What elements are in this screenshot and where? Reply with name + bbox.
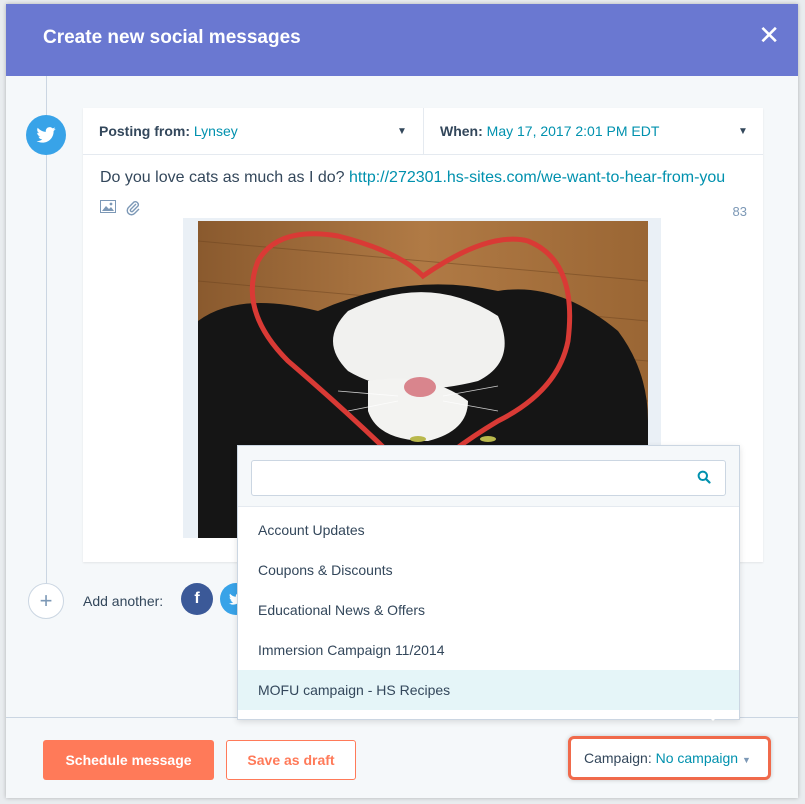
campaign-list: Account Updates Coupons & Discounts Educ… — [238, 510, 739, 710]
campaign-option[interactable]: Immersion Campaign 11/2014 — [238, 630, 739, 670]
add-another-button[interactable]: + — [28, 583, 64, 619]
campaign-label: Campaign: — [584, 750, 652, 766]
when-selector[interactable]: When: May 17, 2017 2:01 PM EDT — [440, 123, 659, 139]
dialog-footer: Schedule message Save as draft Campaign:… — [6, 717, 798, 798]
image-icon[interactable] — [100, 200, 116, 221]
divider — [423, 108, 424, 154]
when-value: May 17, 2017 2:01 PM EDT — [486, 123, 660, 139]
dialog-header: Create new social messages ✕ — [6, 4, 798, 76]
message-body: Do you love cats as much as I do? — [100, 169, 345, 186]
close-icon[interactable]: ✕ — [758, 20, 780, 51]
posting-from[interactable]: Posting from: Lynsey — [99, 123, 238, 139]
schedule-message-button[interactable]: Schedule message — [43, 740, 214, 780]
campaign-text: Campaign: No campaign ▼ — [584, 750, 751, 766]
dropdown-search-area — [238, 446, 739, 507]
chevron-down-icon[interactable]: ▼ — [397, 126, 407, 137]
campaign-option-highlighted[interactable]: MOFU campaign - HS Recipes — [238, 670, 739, 710]
create-social-messages-dialog: Create new social messages ✕ Posting fro… — [6, 4, 798, 798]
facebook-icon[interactable]: f — [181, 583, 213, 615]
campaign-selector[interactable]: Campaign: No campaign ▼ — [568, 736, 771, 780]
campaign-option[interactable]: Educational News & Offers — [238, 590, 739, 630]
campaign-value: No campaign — [655, 750, 739, 766]
chevron-down-icon[interactable]: ▼ — [738, 126, 748, 137]
composer-tools — [100, 200, 140, 221]
campaign-search — [251, 460, 726, 496]
twitter-icon — [26, 115, 66, 155]
save-draft-button[interactable]: Save as draft — [226, 740, 356, 780]
dropdown-pointer — [704, 712, 722, 721]
campaign-option[interactable]: Account Updates — [238, 510, 739, 550]
message-text[interactable]: Do you love cats as much as I do? http:/… — [100, 169, 725, 187]
chevron-down-icon: ▼ — [741, 755, 751, 765]
message-link[interactable]: http://272301.hs-sites.com/we-want-to-he… — [349, 169, 725, 186]
paperclip-icon[interactable] — [126, 200, 140, 221]
card-header: Posting from: Lynsey ▼ When: May 17, 201… — [83, 108, 763, 155]
account-name: Lynsey — [193, 123, 238, 139]
character-count: 83 — [732, 204, 747, 219]
search-icon[interactable] — [697, 470, 711, 489]
when-label: When: — [440, 123, 483, 139]
posting-from-label: Posting from: — [99, 123, 190, 139]
add-another-label: Add another: — [83, 593, 164, 609]
campaign-option[interactable]: Coupons & Discounts — [238, 550, 739, 590]
campaign-search-input[interactable] — [260, 461, 684, 495]
dialog-title: Create new social messages — [43, 27, 301, 48]
campaign-dropdown: Account Updates Coupons & Discounts Educ… — [237, 445, 740, 720]
